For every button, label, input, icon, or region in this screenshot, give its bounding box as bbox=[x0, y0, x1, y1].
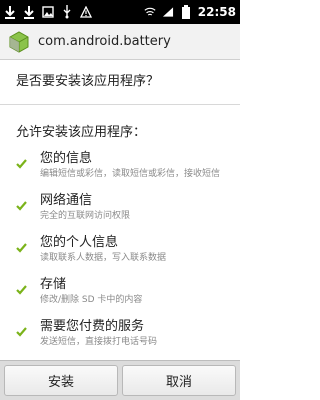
install-button[interactable]: 安装 bbox=[4, 365, 118, 396]
app-header: com.android.battery bbox=[0, 24, 240, 60]
download-icon bbox=[4, 5, 16, 19]
permissions-heading: 允许安装该应用程序： bbox=[16, 125, 147, 140]
permission-desc: 修改/删除 SD 卡中的内容 bbox=[40, 295, 143, 305]
permission-desc: 发送短信，直接拨打电话号码 bbox=[40, 337, 158, 347]
permission-title: 网络通信 bbox=[40, 193, 93, 208]
install-question: 是否要安装该应用程序？ bbox=[16, 74, 160, 89]
permissions-list: 您的信息 编辑短信或彩信，读取短信或彩信，接收短信 网络通信 完全的互联网访问权… bbox=[0, 151, 240, 361]
permission-desc: 完全的互联网访问权限 bbox=[40, 211, 131, 221]
download-icon bbox=[23, 5, 35, 19]
permission-desc: 编辑短信或彩信，读取短信或彩信，接收短信 bbox=[40, 169, 221, 179]
app-package-name: com.android.battery bbox=[38, 34, 171, 49]
battery-icon bbox=[180, 5, 192, 19]
permission-title: 您的信息 bbox=[40, 151, 93, 166]
permission-item: 网络通信 完全的互联网访问权限 bbox=[0, 193, 240, 235]
check-icon bbox=[16, 193, 30, 235]
button-bar: 安装 取消 bbox=[0, 360, 240, 400]
image-icon bbox=[42, 5, 54, 19]
permission-title: 需要您付费的服务 bbox=[40, 319, 145, 334]
permission-item: 存储 修改/删除 SD 卡中的内容 bbox=[0, 277, 240, 319]
wifi-icon bbox=[144, 5, 156, 19]
check-icon bbox=[16, 277, 30, 319]
warning-icon bbox=[80, 5, 92, 19]
permission-item: 您的个人信息 读取联系人数据，写入联系数据 bbox=[0, 235, 240, 277]
permission-item: 您的信息 编辑短信或彩信，读取短信或彩信，接收短信 bbox=[0, 151, 240, 193]
permission-title: 您的个人信息 bbox=[40, 235, 119, 250]
divider bbox=[0, 104, 240, 105]
status-bar: 22:58 bbox=[0, 0, 240, 24]
usb-icon bbox=[61, 5, 73, 19]
status-time: 22:58 bbox=[197, 5, 236, 19]
signal-icon bbox=[162, 5, 174, 19]
check-icon bbox=[16, 319, 30, 361]
android-package-icon bbox=[8, 30, 30, 54]
permission-item: 需要您付费的服务 发送短信，直接拨打电话号码 bbox=[0, 319, 240, 361]
cancel-button[interactable]: 取消 bbox=[122, 365, 236, 396]
check-icon bbox=[16, 235, 30, 277]
permission-title: 存储 bbox=[40, 277, 67, 292]
permission-desc: 读取联系人数据，写入联系数据 bbox=[40, 253, 167, 263]
check-icon bbox=[16, 151, 30, 193]
